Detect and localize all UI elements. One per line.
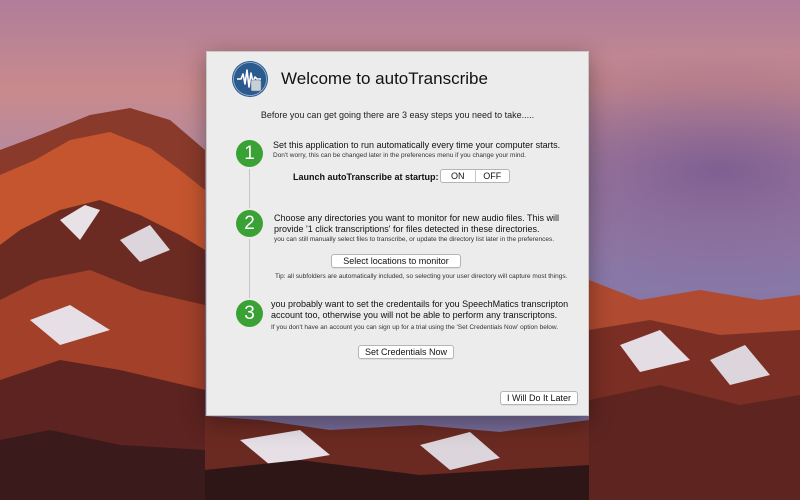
waveform-app-icon <box>232 61 268 97</box>
step-2-note: you can still manually select files to t… <box>274 236 554 243</box>
welcome-dialog: Welcome to autoTranscribe Before you can… <box>206 51 589 416</box>
startup-label: Launch autoTranscribe at startup: <box>293 172 439 182</box>
startup-on-option[interactable]: ON <box>441 170 475 182</box>
step-3-note: If you don't have an account you can sig… <box>271 324 559 331</box>
step-1-text: Set this application to run automaticall… <box>273 140 561 150</box>
select-locations-button[interactable]: Select locations to monitor <box>331 254 461 268</box>
do-it-later-button[interactable]: I Will Do It Later <box>500 391 578 405</box>
step-2-text-line2: provide '1 click transcriptions' for fil… <box>274 224 540 234</box>
intro-text: Before you can get going there are 3 eas… <box>260 110 535 120</box>
step-2-text-line1: Choose any directories you want to monit… <box>274 213 559 223</box>
startup-off-option[interactable]: OFF <box>474 170 510 182</box>
set-credentials-button[interactable]: Set Credentials Now <box>358 345 454 359</box>
step-1-badge: 1 <box>236 140 263 167</box>
tip-text: Tip: all subfolders are automatically in… <box>275 273 568 280</box>
step-3-text-line1: you probably want to set the credentails… <box>271 299 569 309</box>
steps-timeline <box>249 160 250 315</box>
startup-toggle: ON OFF <box>440 169 510 183</box>
step-3-badge: 3 <box>236 300 263 327</box>
step-1-note: Don't worry, this can be changed later i… <box>273 152 526 159</box>
dialog-title: Welcome to autoTranscribe <box>281 69 488 88</box>
step-2-badge: 2 <box>236 210 263 237</box>
step-3-text-line2: account too, otherwise you will not be a… <box>271 310 558 320</box>
